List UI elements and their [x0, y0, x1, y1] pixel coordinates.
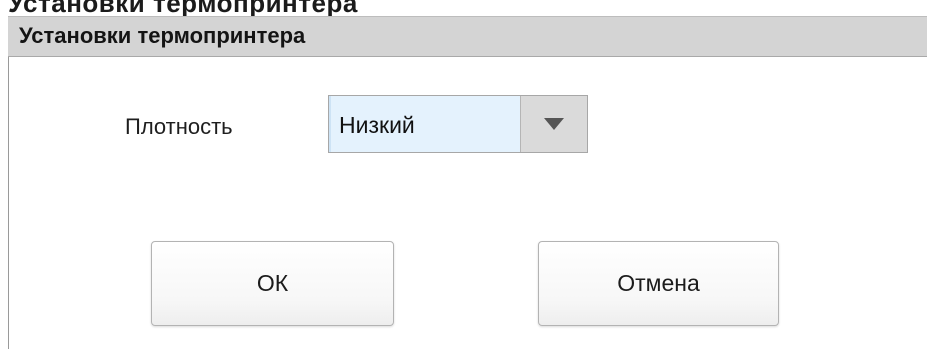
- density-dropdown-button[interactable]: [520, 96, 587, 152]
- clipped-heading-text: Установки термопринтера: [8, 0, 358, 16]
- dialog-title-bar: Установки термопринтера: [8, 16, 927, 57]
- triangle-down-icon: [544, 118, 564, 130]
- clipped-window-heading: Установки термопринтера: [0, 0, 927, 16]
- thermal-printer-settings-screen: Установки термопринтера Установки термоп…: [0, 0, 927, 349]
- cancel-button[interactable]: Отмена: [538, 241, 779, 326]
- density-label: Плотность: [125, 114, 233, 139]
- density-select-value: Низкий: [339, 112, 415, 138]
- dialog-title: Установки термопринтера: [19, 23, 306, 48]
- density-select[interactable]: Низкий: [328, 95, 588, 153]
- dialog-left-border: [8, 57, 9, 349]
- ok-button[interactable]: ОК: [151, 241, 394, 326]
